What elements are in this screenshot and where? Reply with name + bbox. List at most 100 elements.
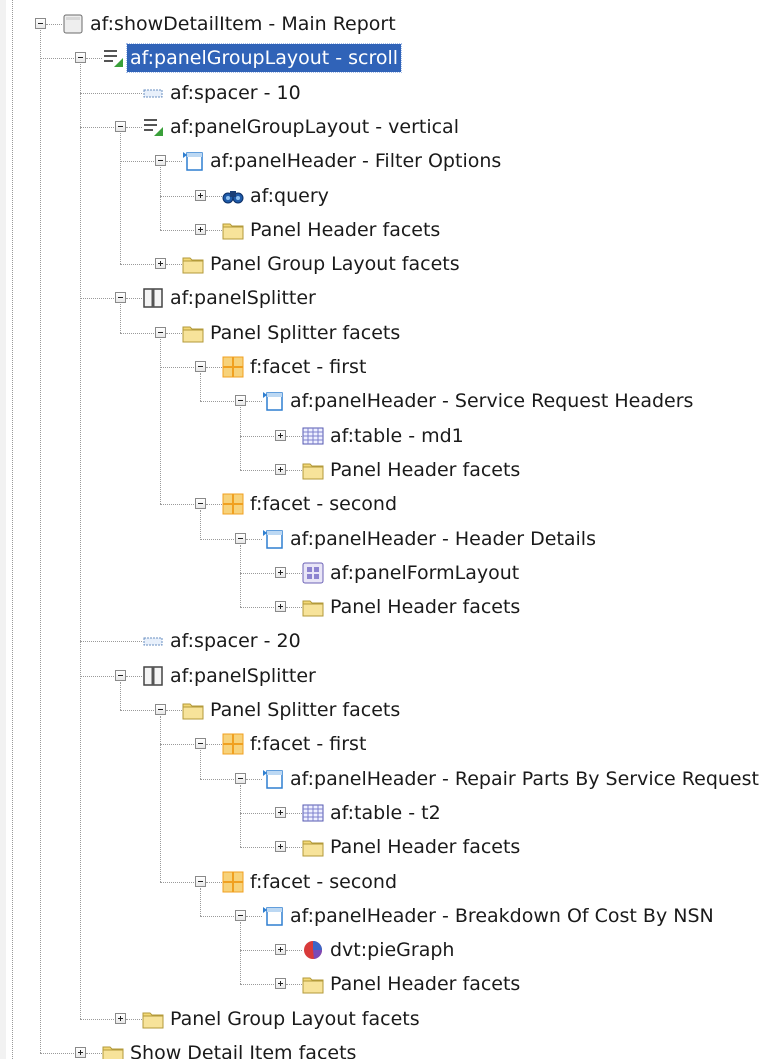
expand-toggle[interactable]	[275, 841, 286, 853]
tree-node[interactable]: af:table - t2	[0, 796, 777, 830]
tree-node[interactable]: Panel Header facets	[0, 213, 777, 247]
tree-node-label[interactable]: af:query	[247, 179, 332, 213]
collapse-toggle[interactable]	[235, 772, 246, 784]
tree-connector	[206, 744, 222, 746]
collapse-toggle[interactable]	[75, 52, 86, 64]
collapse-toggle[interactable]	[155, 704, 166, 715]
tree-node-label[interactable]: Panel Splitter facets	[207, 693, 403, 727]
tree-node-label[interactable]: Panel Header facets	[327, 830, 523, 864]
collapse-toggle[interactable]	[35, 18, 46, 29]
expand-toggle[interactable]	[195, 189, 206, 201]
tree-node-label[interactable]: af:panelFormLayout	[327, 556, 522, 590]
expand-toggle[interactable]	[75, 1047, 86, 1058]
tree-node-label[interactable]: af:spacer - 20	[167, 624, 304, 658]
tree-node-label[interactable]: af:panelGroupLayout - scroll	[125, 43, 403, 74]
tree-node-label[interactable]: Show Detail Item facets	[127, 1036, 359, 1059]
tree-node[interactable]: af:spacer - 10	[0, 76, 777, 110]
tree-node[interactable]: f:facet - first	[0, 350, 777, 384]
tree-connector	[166, 710, 182, 711]
expand-toggle[interactable]	[115, 1012, 126, 1024]
collapse-toggle[interactable]	[115, 292, 126, 304]
tree-node-label[interactable]: af:spacer - 10	[167, 76, 304, 110]
tree-node[interactable]: af:panelHeader - Filter Options	[0, 144, 777, 178]
tree-node[interactable]: Panel Group Layout facets	[0, 247, 777, 281]
tree-node[interactable]: Panel Group Layout facets	[0, 1002, 777, 1036]
collapse-toggle[interactable]	[155, 155, 166, 167]
tree-node[interactable]: Panel Header facets	[0, 590, 777, 624]
tree-node-label[interactable]: Panel Group Layout facets	[167, 1002, 423, 1036]
tree-node[interactable]: af:panelHeader - Breakdown Of Cost By NS…	[0, 899, 777, 933]
tree-node[interactable]: Panel Splitter facets	[0, 693, 777, 727]
collapse-toggle[interactable]	[235, 909, 246, 921]
tree-node[interactable]: af:showDetailItem - Main Report	[0, 7, 777, 41]
tree-node[interactable]: af:panelHeader - Service Request Headers	[0, 384, 777, 418]
tree-node[interactable]: af:panelHeader - Repair Parts By Service…	[0, 762, 777, 796]
expand-toggle[interactable]	[275, 806, 286, 818]
tree-node-label[interactable]: af:panelHeader - Filter Options	[207, 144, 504, 178]
tree-node[interactable]: Panel Header facets	[0, 830, 777, 864]
tree-connector	[286, 984, 302, 986]
tree-node-label[interactable]: af:panelHeader - Breakdown Of Cost By NS…	[287, 899, 717, 933]
tree-node-label[interactable]: Panel Header facets	[247, 213, 443, 247]
collapse-toggle[interactable]	[195, 738, 206, 750]
tree-node[interactable]: af:table - md1	[0, 419, 777, 453]
expand-toggle[interactable]	[275, 944, 286, 956]
tree-node[interactable]: Show Detail Item facets	[0, 1036, 777, 1059]
tree-node-label[interactable]: Panel Header facets	[327, 590, 523, 624]
tree-node-label[interactable]: f:facet - second	[247, 865, 400, 899]
tree-node-label[interactable]: af:panelHeader - Service Request Headers	[287, 384, 696, 418]
expand-toggle[interactable]	[275, 601, 286, 613]
tree-node-label[interactable]: af:table - md1	[327, 419, 467, 453]
tree-node[interactable]: af:panelSplitter	[0, 659, 777, 693]
panel-header-icon	[262, 528, 284, 550]
tree-node[interactable]: f:facet - second	[0, 487, 777, 521]
tree-node[interactable]: af:query	[0, 179, 777, 213]
tree-node-label[interactable]: f:facet - first	[247, 727, 369, 761]
tree-node[interactable]: af:panelGroupLayout - vertical	[0, 110, 777, 144]
tree-node-label[interactable]: af:panelSplitter	[167, 281, 319, 315]
tree-node[interactable]: Panel Splitter facets	[0, 316, 777, 350]
expand-toggle[interactable]	[195, 223, 206, 235]
collapse-toggle[interactable]	[115, 120, 126, 132]
binoculars-icon	[222, 185, 244, 207]
tree-node[interactable]: af:panelFormLayout	[0, 556, 777, 590]
tree-node[interactable]: af:spacer - 20	[0, 624, 777, 658]
collapse-toggle[interactable]	[235, 395, 246, 407]
tree-node[interactable]: af:panelGroupLayout - scroll	[0, 41, 777, 75]
collapse-toggle[interactable]	[195, 361, 206, 372]
collapse-toggle[interactable]	[115, 669, 126, 681]
tree-connector	[286, 572, 302, 574]
collapse-toggle[interactable]	[195, 875, 206, 887]
tree-node-label[interactable]: Panel Group Layout facets	[207, 247, 463, 281]
tree-node-label[interactable]: af:panelGroupLayout - vertical	[167, 110, 462, 144]
tree-node[interactable]: af:panelHeader - Header Details	[0, 522, 777, 556]
tree-connector	[246, 778, 262, 780]
expand-toggle[interactable]	[275, 978, 286, 990]
tree-node-label[interactable]: af:table - t2	[327, 796, 444, 830]
tree-node[interactable]: Panel Header facets	[0, 453, 777, 487]
expand-toggle[interactable]	[275, 566, 286, 578]
tree-node-label[interactable]: f:facet - first	[247, 350, 369, 384]
component-structure-tree[interactable]: af:showDetailItem - Main Report af:panelG…	[0, 0, 777, 1059]
tree-node[interactable]: af:panelSplitter	[0, 281, 777, 315]
collapse-toggle[interactable]	[235, 532, 246, 544]
collapse-toggle[interactable]	[195, 498, 206, 510]
tree-node[interactable]: f:facet - second	[0, 865, 777, 899]
tree-node[interactable]: dvt:pieGraph	[0, 933, 777, 967]
tree-node-label[interactable]: af:showDetailItem - Main Report	[87, 7, 399, 41]
tree-node-label[interactable]: Panel Header facets	[327, 967, 523, 1001]
tree-node[interactable]: f:facet - first	[0, 727, 777, 761]
tree-node-label[interactable]: af:panelSplitter	[167, 659, 319, 693]
expand-toggle[interactable]	[275, 429, 286, 441]
collapse-toggle[interactable]	[155, 326, 166, 338]
expand-toggle[interactable]	[275, 463, 286, 475]
tree-node-label[interactable]: af:panelHeader - Header Details	[287, 522, 599, 556]
tree-node-label[interactable]: af:panelHeader - Repair Parts By Service…	[287, 762, 762, 796]
tree-node-label[interactable]: dvt:pieGraph	[327, 933, 457, 967]
tree-connector	[160, 881, 200, 883]
tree-node-label[interactable]: f:facet - second	[247, 487, 400, 521]
expand-toggle[interactable]	[155, 258, 166, 270]
tree-node[interactable]: Panel Header facets	[0, 967, 777, 1001]
tree-node-label[interactable]: Panel Header facets	[327, 453, 523, 487]
tree-node-label[interactable]: Panel Splitter facets	[207, 316, 403, 350]
